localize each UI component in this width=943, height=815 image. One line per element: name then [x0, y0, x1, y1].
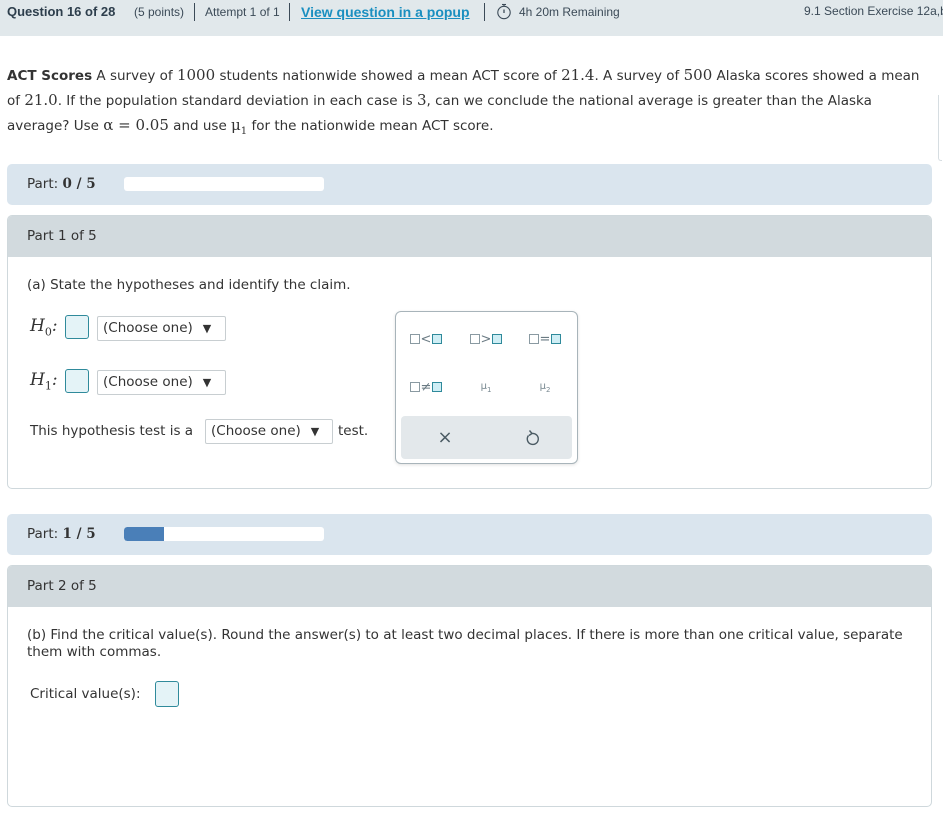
critical-value-input[interactable]	[155, 681, 179, 707]
equals-button[interactable]: =	[517, 325, 573, 353]
problem-text: . A survey of	[594, 68, 684, 84]
placeholder-box-icon	[409, 382, 420, 392]
divider	[484, 3, 485, 21]
mu1-button[interactable]: μ1	[458, 373, 514, 401]
placeholder-box-icon	[469, 334, 480, 344]
problem-text: and use	[168, 118, 232, 134]
divider	[194, 3, 195, 21]
placeholder-box-icon	[551, 334, 562, 344]
h0-label: H0:	[30, 316, 58, 339]
progress-track	[124, 527, 324, 541]
part-progress-bar: Part: 0 / 5	[7, 164, 932, 205]
test-type-prefix: This hypothesis test is a	[30, 423, 194, 439]
progress-fill	[124, 527, 164, 541]
national-sample-size: 1000	[176, 66, 216, 84]
problem-title: ACT Scores	[7, 68, 93, 84]
clear-button[interactable]: ×	[434, 427, 456, 449]
part-progress-bar: Part: 1 / 5	[7, 514, 932, 555]
time-remaining: 4h 20m Remaining	[519, 5, 620, 19]
alpha-value: α = 0.05	[103, 116, 169, 134]
mu2-button[interactable]: μ2	[517, 373, 573, 401]
mu1-symbol: μ1	[231, 116, 248, 137]
chevron-down-icon: ▼	[202, 376, 212, 389]
critical-value-label: Critical value(s):	[30, 686, 141, 702]
placeholder-box-icon	[528, 334, 539, 344]
placeholder-box-icon	[492, 334, 503, 344]
problem-statement: ACT Scores A survey of 1000 students nat…	[7, 63, 927, 144]
stopwatch-icon	[497, 3, 511, 20]
h1-claim-select[interactable]: (Choose one) ▼	[97, 370, 226, 395]
part-1-header: Part 1 of 5	[8, 216, 931, 257]
undo-icon[interactable]	[521, 427, 543, 449]
palette-actions: ×	[401, 416, 572, 459]
h0-answer-box[interactable]	[65, 315, 89, 339]
question-number: Question 16 of 28	[7, 4, 116, 19]
part-2-instruction: (b) Find the critical value(s). Round th…	[27, 627, 903, 660]
alaska-mean: 21.0	[24, 91, 58, 109]
not-equals-button[interactable]: ≠	[398, 373, 454, 401]
h1-label: H1:	[30, 370, 58, 393]
view-in-popup-link[interactable]: View question in a popup	[301, 4, 470, 20]
part-1-instruction: (a) State the hypotheses and identify th…	[27, 277, 351, 293]
attempt-count: Attempt 1 of 1	[205, 5, 280, 19]
problem-text: A survey of	[92, 68, 177, 84]
placeholder-box-icon	[409, 334, 420, 344]
progress-track	[124, 177, 324, 191]
part-2-header: Part 2 of 5	[8, 566, 931, 607]
chevron-down-icon: ▼	[202, 322, 212, 335]
h0-claim-select[interactable]: (Choose one) ▼	[97, 316, 226, 341]
placeholder-box-icon	[432, 334, 443, 344]
placeholder-box-icon	[432, 382, 443, 392]
problem-text: students nationwide showed a mean ACT sc…	[215, 68, 562, 84]
test-type-suffix: test.	[338, 423, 369, 439]
problem-text: . If the population standard deviation i…	[57, 93, 417, 109]
test-type-select[interactable]: (Choose one) ▼	[205, 419, 333, 444]
part-1-title: Part 1 of 5	[27, 228, 97, 244]
part-progress-label: Part: 0 / 5	[27, 176, 96, 192]
chevron-down-icon: ▼	[310, 425, 320, 438]
section-title: 9.1 Section Exercise 12a,b	[804, 4, 943, 18]
standard-deviation: 3	[416, 91, 427, 109]
scrollbar-edge	[938, 95, 942, 161]
question-header-bar: Question 16 of 28 (5 points) Attempt 1 o…	[0, 0, 943, 36]
question-points: (5 points)	[134, 5, 185, 19]
national-mean: 21.4	[561, 66, 595, 84]
part-progress-label: Part: 1 / 5	[27, 526, 96, 542]
alaska-sample-size: 500	[683, 66, 713, 84]
part-2-card: Part 2 of 5	[7, 565, 932, 807]
problem-text: for the nationwide mean ACT score.	[247, 118, 494, 134]
part-2-title: Part 2 of 5	[27, 578, 97, 594]
math-symbol-palette: < > = ≠ μ1 μ2 ×	[395, 311, 578, 464]
divider	[289, 3, 290, 21]
greater-than-button[interactable]: >	[458, 325, 514, 353]
less-than-button[interactable]: <	[398, 325, 454, 353]
h1-answer-box[interactable]	[65, 369, 89, 393]
